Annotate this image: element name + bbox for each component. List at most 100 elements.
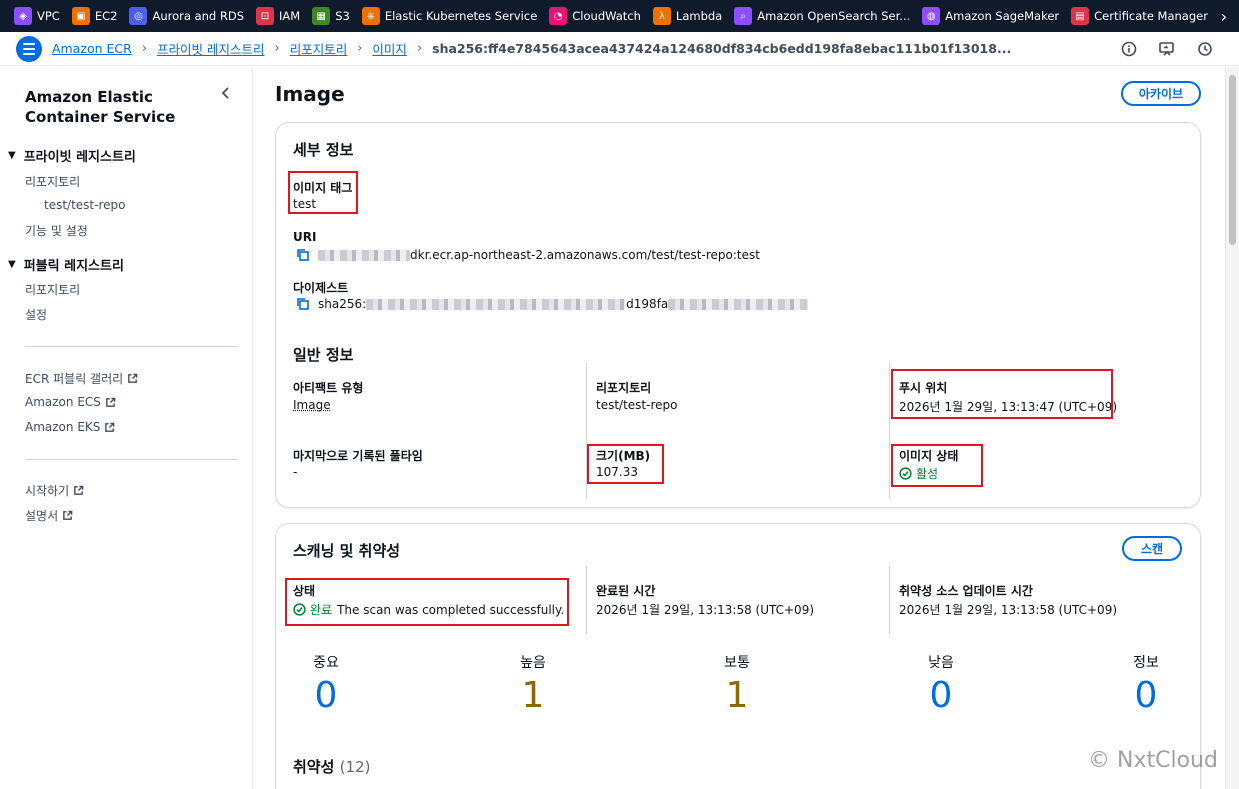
uri-row: dkr.ecr.ap-northeast-2.amazonaws.com/tes… bbox=[296, 248, 760, 262]
breadcrumb-repositories[interactable]: 리포지토리 bbox=[290, 39, 348, 58]
sidebar-section-private[interactable]: ▼ 프라이빗 레지스트리 bbox=[8, 146, 136, 165]
highlight-box bbox=[891, 444, 983, 487]
favorite-aurora-and-rds[interactable]: ◎ Aurora and RDS bbox=[123, 0, 250, 32]
favorite-cloudwatch[interactable]: ◔ CloudWatch bbox=[543, 0, 647, 32]
favorite-elastic-kubernetes-service[interactable]: ⎈ Elastic Kubernetes Service bbox=[356, 0, 543, 32]
service-icon: ⎈ bbox=[361, 7, 380, 25]
sidebar-item-test-repo[interactable]: test/test-repo bbox=[44, 198, 125, 212]
history-icon[interactable] bbox=[1195, 39, 1215, 59]
caret-down-icon: ▼ bbox=[8, 150, 16, 161]
sidebar-item-public-settings[interactable]: 설정 bbox=[25, 306, 47, 323]
sidebar-item-features[interactable]: 기능 및 설정 bbox=[25, 222, 88, 239]
copy-icon[interactable] bbox=[296, 248, 310, 262]
favorite-amazon-opensearch-ser[interactable]: ⌕ Amazon OpenSearch Ser... bbox=[728, 0, 916, 32]
sidebar-link-ecs[interactable]: Amazon ECS bbox=[25, 395, 116, 409]
sidebar-title: Amazon Elastic Container Service bbox=[25, 88, 176, 126]
general-info-header: 일반 정보 bbox=[293, 346, 354, 364]
chevron-left-icon[interactable] bbox=[218, 85, 234, 101]
sidebar-link-eks[interactable]: Amazon EKS bbox=[25, 420, 115, 434]
column-divider bbox=[889, 566, 890, 634]
highlight-box bbox=[891, 369, 1113, 419]
uri-value: dkr.ecr.ap-northeast-2.amazonaws.com/tes… bbox=[410, 248, 760, 262]
severity-count: 1 bbox=[521, 675, 545, 716]
info-icon[interactable] bbox=[1119, 39, 1139, 59]
severity-info[interactable]: 정보 0 bbox=[1116, 652, 1176, 716]
severity-count: 0 bbox=[314, 675, 338, 716]
chevron-right-icon[interactable]: › bbox=[1209, 0, 1239, 32]
digest-mid: d198fa bbox=[626, 297, 669, 311]
severity-high[interactable]: 높음 1 bbox=[503, 652, 563, 716]
service-icon: ◎ bbox=[129, 7, 148, 25]
completed-time-value: 2026년 1월 29일, 13:13:58 (UTC+09) bbox=[596, 603, 815, 617]
sidebar-divider bbox=[25, 459, 238, 460]
favorite-iam[interactable]: ⊡ IAM bbox=[250, 0, 306, 32]
severity-low[interactable]: 낮음 0 bbox=[911, 652, 971, 716]
vulnerabilities-count: (12) bbox=[339, 758, 371, 776]
source-update-label: 취약성 소스 업데이트 시간 bbox=[899, 584, 1033, 598]
severity-critical[interactable]: 중요 0 bbox=[296, 652, 356, 716]
favorite-s3[interactable]: ▦ S3 bbox=[306, 0, 356, 32]
chevron-right-icon: › bbox=[416, 41, 423, 56]
scrollbar-thumb[interactable] bbox=[1229, 75, 1236, 245]
main-content: Image 아카이브 세부 정보 이미지 태그 test URI dkr.ecr… bbox=[254, 67, 1224, 789]
severity-count: 0 bbox=[929, 675, 953, 716]
highlight-box bbox=[587, 444, 664, 484]
service-icon: λ bbox=[652, 7, 671, 25]
details-header: 세부 정보 bbox=[293, 141, 354, 159]
scanning-header: 스캐닝 및 취약성 bbox=[293, 542, 401, 560]
scanning-card: 스캐닝 및 취약성 스캔 상태 완료 The scan was complete… bbox=[275, 523, 1201, 789]
digest-prefix: sha256: bbox=[318, 297, 367, 311]
favorite-vpc[interactable]: ◈ VPC bbox=[8, 0, 66, 32]
sidebar-link-getting-started[interactable]: 시작하기 bbox=[25, 482, 84, 499]
favorite-certificate-manager[interactable]: ▤ Certificate Manager bbox=[1065, 0, 1214, 32]
breadcrumb-private-registry[interactable]: 프라이빗 레지스트리 bbox=[157, 39, 264, 58]
favorite-amazon-sagemaker[interactable]: ◍ Amazon SageMaker bbox=[916, 0, 1065, 32]
external-link-icon bbox=[105, 422, 115, 432]
service-icon: ▣ bbox=[71, 7, 90, 25]
highlight-box bbox=[285, 578, 569, 626]
last-pull-value: - bbox=[293, 465, 298, 479]
repository-label: 리포지토리 bbox=[596, 381, 652, 395]
favorites-bar: ◈ VPC ▣ EC2 ◎ Aurora and RDS ⊡ IAM ▦ S3 ⎈ Elastic K… bbox=[0, 0, 1239, 32]
external-link-icon bbox=[74, 485, 84, 495]
column-divider bbox=[889, 363, 890, 499]
copy-icon[interactable] bbox=[296, 297, 310, 311]
completed-time-label: 완료된 시간 bbox=[596, 584, 656, 598]
favorite-ec2[interactable]: ▣ EC2 bbox=[66, 0, 124, 32]
sidebar-link-public-gallery[interactable]: ECR 퍼블릭 갤러리 bbox=[25, 370, 138, 387]
favorite-lambda[interactable]: λ Lambda bbox=[647, 0, 728, 32]
external-link-icon bbox=[106, 397, 116, 407]
service-icon: ◔ bbox=[549, 7, 568, 25]
archive-button[interactable]: 아카이브 bbox=[1121, 81, 1201, 106]
breadcrumb-bar: Amazon ECR › 프라이빗 레지스트리 › 리포지토리 › 이미지 › … bbox=[0, 32, 1239, 66]
feedback-icon[interactable] bbox=[1157, 39, 1177, 59]
sidebar-item-repositories[interactable]: 리포지토리 bbox=[25, 173, 80, 190]
breadcrumb-ecr[interactable]: Amazon ECR bbox=[52, 41, 132, 56]
caret-down-icon: ▼ bbox=[8, 259, 16, 270]
sidebar: Amazon Elastic Container Service ▼ 프라이빗 레… bbox=[0, 67, 253, 789]
source-update-value: 2026년 1월 29일, 13:13:58 (UTC+09) bbox=[899, 603, 1118, 617]
scrollbar[interactable] bbox=[1225, 67, 1239, 789]
service-icon: ◈ bbox=[14, 7, 32, 25]
digest-row: sha256: d198fa bbox=[296, 297, 809, 311]
highlight-box bbox=[288, 171, 358, 214]
details-card: 세부 정보 이미지 태그 test URI dkr.ecr.ap-northea… bbox=[275, 122, 1201, 508]
chevron-right-icon: › bbox=[274, 41, 280, 56]
service-icon: ▤ bbox=[1071, 7, 1090, 25]
severity-medium[interactable]: 보통 1 bbox=[707, 652, 767, 716]
service-icon: ⊡ bbox=[256, 7, 275, 25]
chevron-right-icon: › bbox=[141, 41, 148, 56]
watermark: © NxtCloud bbox=[1088, 748, 1218, 773]
sidebar-item-public-repositories[interactable]: 리포지토리 bbox=[25, 281, 80, 298]
redacted-digest bbox=[668, 298, 809, 310]
breadcrumb-current: sha256:ff4e7845643acea437424a124680df834… bbox=[432, 41, 1012, 56]
menu-icon[interactable] bbox=[16, 35, 42, 62]
sidebar-section-public[interactable]: ▼ 퍼블릭 레지스트리 bbox=[8, 255, 124, 274]
redacted-digest bbox=[366, 298, 627, 310]
column-divider bbox=[586, 566, 587, 634]
external-link-icon bbox=[128, 373, 138, 383]
last-pull-label: 마지막으로 기록된 풀타임 bbox=[293, 449, 423, 463]
sidebar-link-docs[interactable]: 설명서 bbox=[25, 507, 73, 524]
scan-button[interactable]: 스캔 bbox=[1122, 536, 1182, 561]
breadcrumb-images[interactable]: 이미지 bbox=[372, 39, 407, 58]
